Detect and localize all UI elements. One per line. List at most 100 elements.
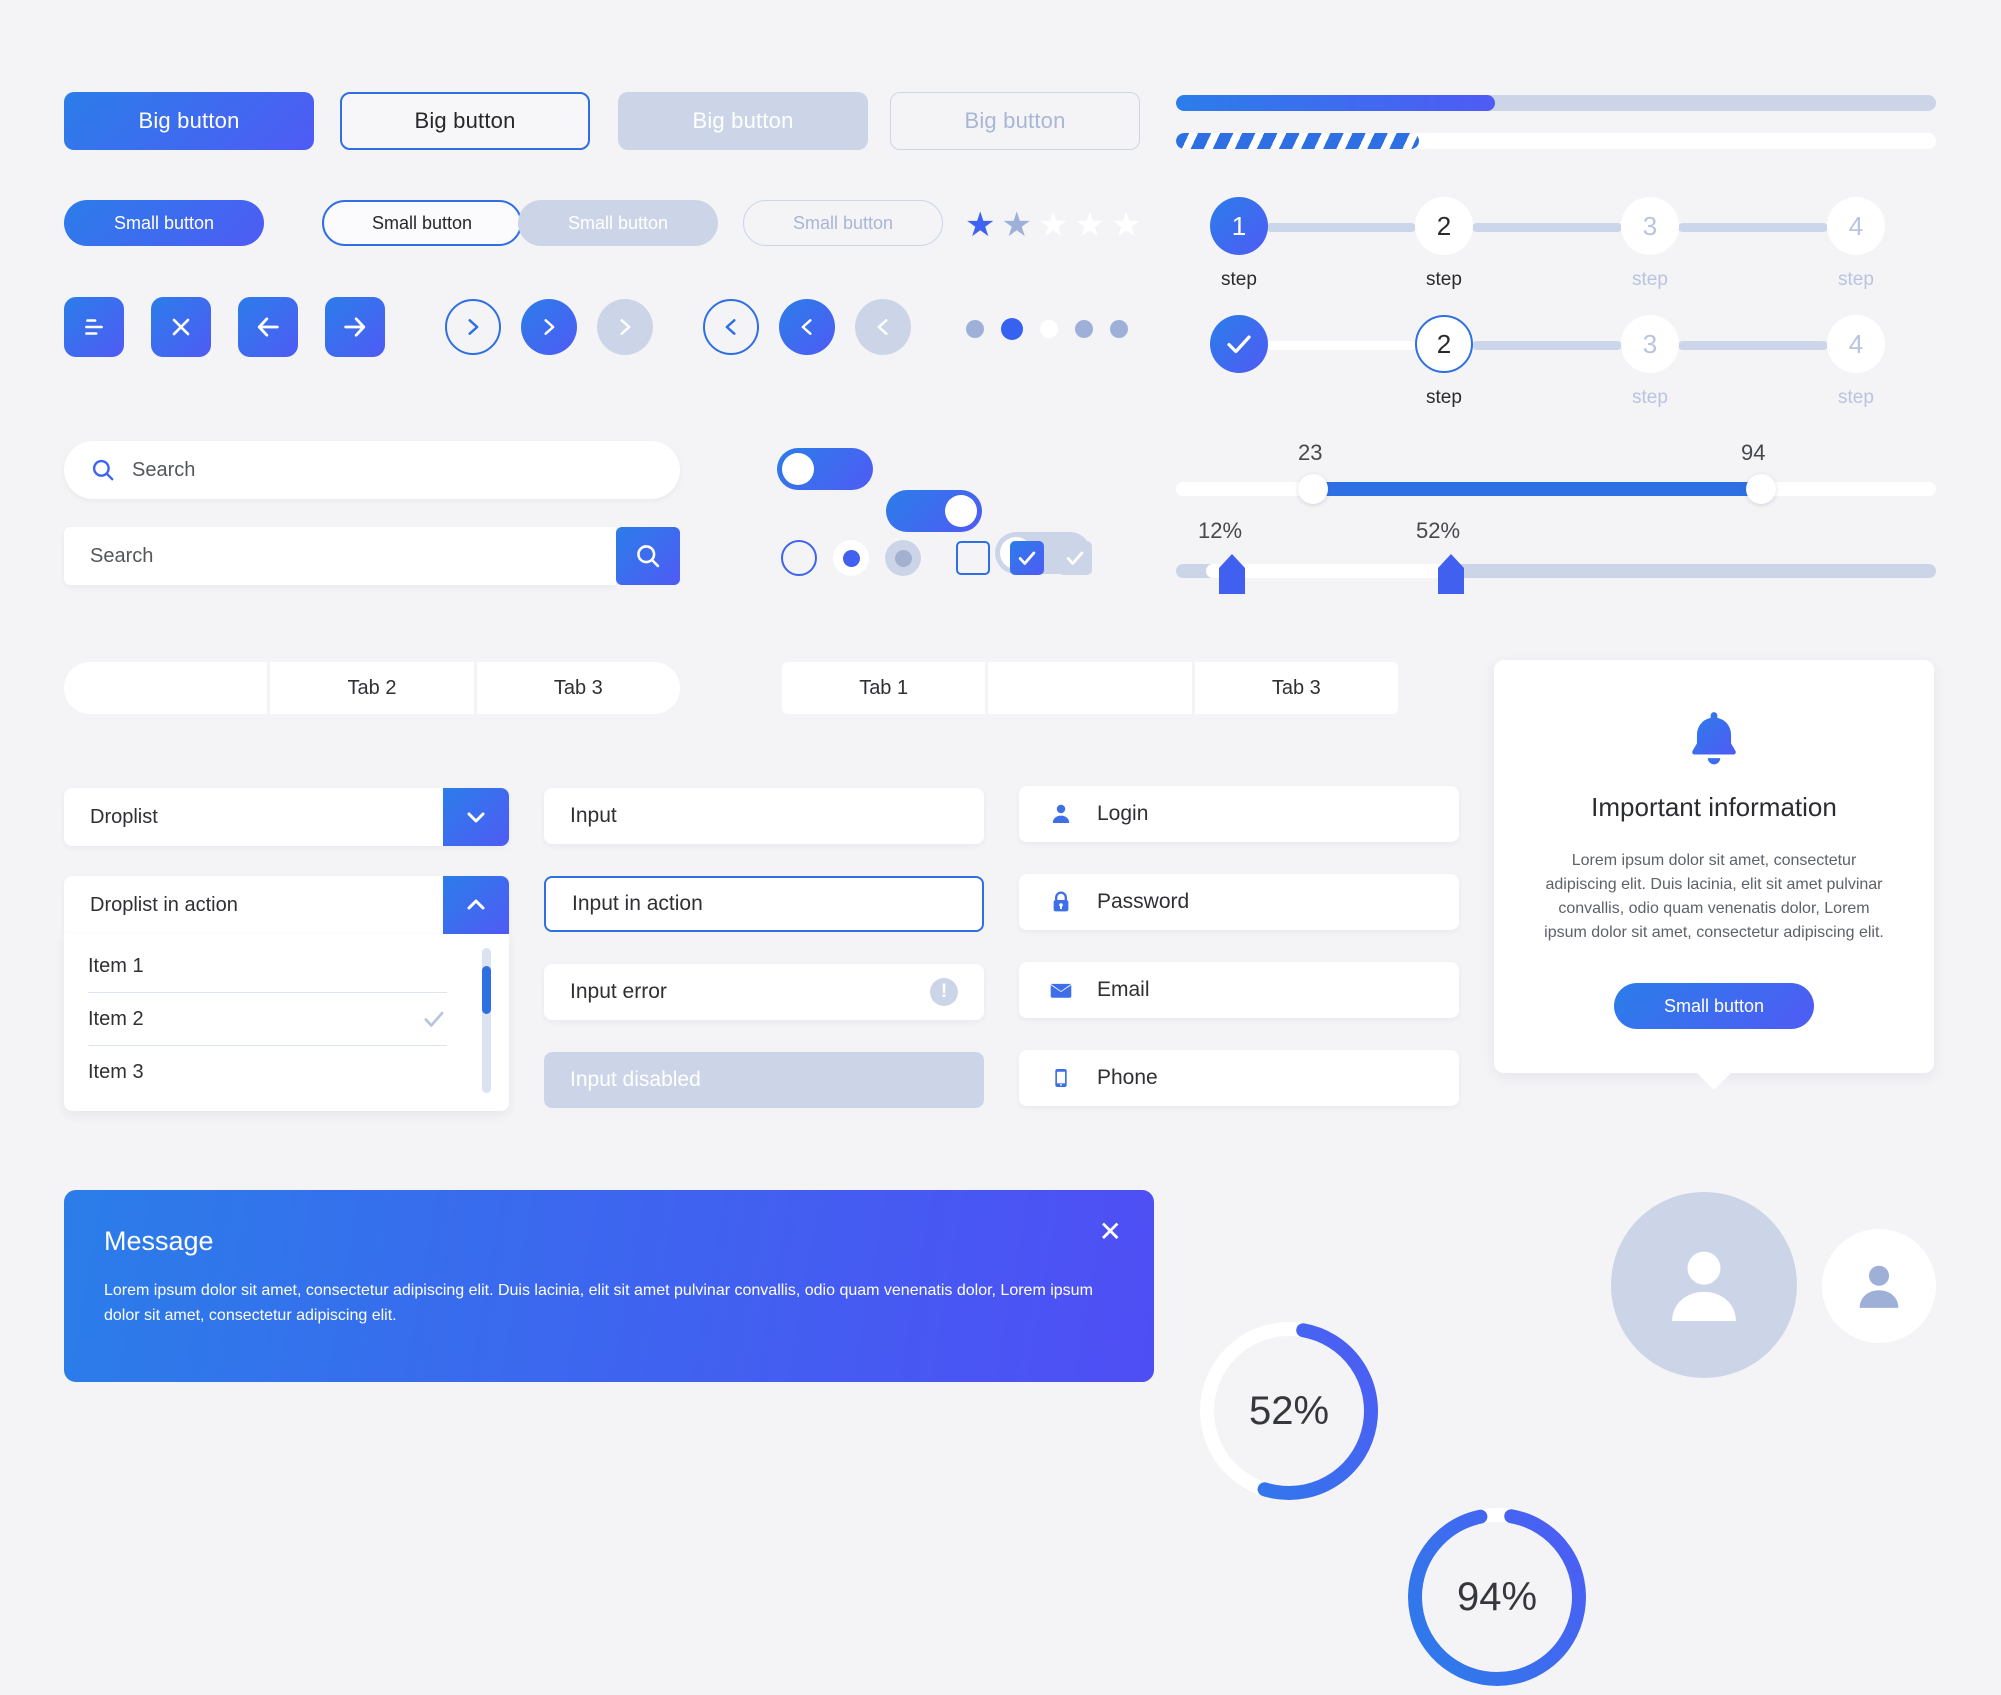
stepper-step-3[interactable]: 3 [1621,197,1679,255]
toggle-on-right[interactable] [886,490,982,532]
big-button-ghost[interactable]: Big button [890,92,1140,150]
small-button-muted[interactable]: Small button [518,200,718,246]
star-icon-empty[interactable]: ★ [1111,208,1141,242]
droplist-open-toggle[interactable] [443,788,509,846]
tab-1b[interactable]: Tab 1 [782,662,986,714]
tab-2[interactable]: Tab 2 [267,662,474,714]
pagination-dot-active[interactable] [1001,318,1023,340]
star-icon-filled[interactable]: ★ [965,208,995,242]
notification-card-button[interactable]: Small button [1614,983,1814,1029]
tab-group-1[interactable]: Tab 1 Tab 2 Tab 3 [64,662,680,714]
toggle-knob[interactable] [782,453,814,485]
pagination-dots[interactable] [966,318,1128,340]
envelope-icon [1045,977,1077,1003]
tab-group-2[interactable]: Tab 1 Tab 2 Tab 3 [782,662,1398,714]
tab-1b-label: Tab 1 [859,676,909,699]
range-slider-handle-max[interactable] [1746,474,1776,504]
droplist-panel: Item 1 Item 2 Item 3 [64,934,509,1111]
star-icon-empty[interactable]: ★ [1038,208,1068,242]
prev-button-filled[interactable] [779,299,835,355]
droplist-open[interactable]: Droplist in action Item 1 Item 2 Item 3 [64,876,509,1111]
range-slider-handle-min[interactable] [1298,474,1328,504]
input-error[interactable]: Input error ! [544,964,984,1020]
star-icon-half[interactable]: ★ [1001,208,1031,242]
droplist-item-3[interactable]: Item 3 [88,1046,447,1099]
chevron-down-icon [467,812,485,823]
range-slider-max-label: 94 [1741,440,1766,465]
next-button-filled[interactable] [521,299,577,355]
phone-field[interactable]: Phone [1019,1050,1459,1106]
star-rating[interactable]: ★ ★ ★ ★ ★ [965,208,1141,242]
next-button-outline[interactable] [445,299,501,355]
stepper-step-complete[interactable] [1210,315,1268,373]
arrow-slider-second-label: 52% [1416,518,1461,543]
search-icon [92,459,114,481]
droplist-item-2[interactable]: Item 2 [88,993,447,1046]
small-button-outline[interactable]: Small button [322,200,522,246]
login-field[interactable]: Login [1019,786,1459,842]
toggle-on-left[interactable] [777,448,873,490]
stepper-connector [1472,341,1622,350]
close-icon[interactable]: ✕ [1099,1218,1122,1246]
search-input[interactable]: Search [64,527,616,585]
input-focused[interactable]: Input in action [544,876,984,932]
droplist-open-value-wrap[interactable]: Droplist in action [64,876,443,934]
toggle-knob[interactable] [945,495,977,527]
stepper-step-2-label: step [1426,269,1462,290]
search-bar-rounded[interactable]: Search [64,441,680,499]
arrow-slider[interactable]: 12% 52% [1176,518,1936,594]
droplist-closed-value-wrap[interactable]: Droplist [64,788,443,846]
back-button[interactable] [238,297,298,357]
tab-1[interactable]: Tab 1 [64,662,268,714]
pagination-dot[interactable] [966,320,984,338]
checkbox-empty[interactable] [956,541,990,575]
stepper-step-current[interactable]: 2 [1415,315,1473,373]
stepper-step-2[interactable]: 2 [1415,197,1473,255]
big-button-muted[interactable]: Big button [618,92,868,150]
pagination-dot[interactable] [1075,320,1093,338]
droplist-open-value: Droplist in action [90,893,238,916]
droplist-scrollbar-thumb[interactable] [482,966,491,1014]
checkbox-checked[interactable] [1010,541,1044,575]
stepper-step-1[interactable]: 1 [1210,197,1268,255]
email-field[interactable]: Email [1019,962,1459,1018]
close-button[interactable] [151,297,211,357]
search-button[interactable] [616,527,680,585]
password-field[interactable]: Password [1019,874,1459,930]
droplist-scrollbar-track[interactable] [482,948,491,1093]
tab-3[interactable]: Tab 3 [473,662,680,714]
menu-button[interactable] [64,297,124,357]
droplist-open-header[interactable]: Droplist in action [64,876,509,934]
radio-empty[interactable] [781,540,817,576]
radio-selected[interactable] [833,540,869,576]
forward-button[interactable] [325,297,385,357]
tab-3b[interactable]: Tab 3 [1194,662,1398,714]
stepper-step-3b[interactable]: 3 [1621,315,1679,373]
droplist-item-1[interactable]: Item 1 [88,940,447,993]
small-button-primary[interactable]: Small button [64,200,264,246]
prev-button-outline[interactable] [703,299,759,355]
droplist-closed[interactable]: Droplist [64,788,509,846]
check-icon [1227,335,1251,354]
pagination-dot[interactable] [1110,320,1128,338]
stepper-step-4[interactable]: 4 [1827,197,1885,255]
notification-card-body-text: Lorem ipsum dolor sit amet, consectetur … [1544,852,1884,941]
tab-3b-label: Tab 3 [1271,676,1321,699]
arrow-slider-handle-first[interactable] [1219,554,1245,594]
arrow-slider-handle-second[interactable] [1438,554,1464,594]
droplist-close-toggle[interactable] [443,876,509,934]
star-icon-empty[interactable]: ★ [1074,208,1104,242]
tab-2b[interactable]: Tab 2 [985,662,1195,714]
search-icon [637,545,660,568]
input-default[interactable]: Input [544,788,984,844]
range-slider[interactable]: 23 94 [1176,440,1936,504]
big-button-primary[interactable]: Big button [64,92,314,150]
search-bar-boxed[interactable]: Search [64,527,680,585]
big-button-outline[interactable]: Big button [340,92,590,150]
input-disabled: Input disabled [544,1052,984,1108]
progress-bar-solid-fill [1176,95,1496,111]
pagination-dot[interactable] [1040,320,1058,338]
stepper-step-4b[interactable]: 4 [1827,315,1885,373]
stepper-step-current-number: 2 [1436,328,1452,359]
small-button-ghost[interactable]: Small button [743,200,943,246]
